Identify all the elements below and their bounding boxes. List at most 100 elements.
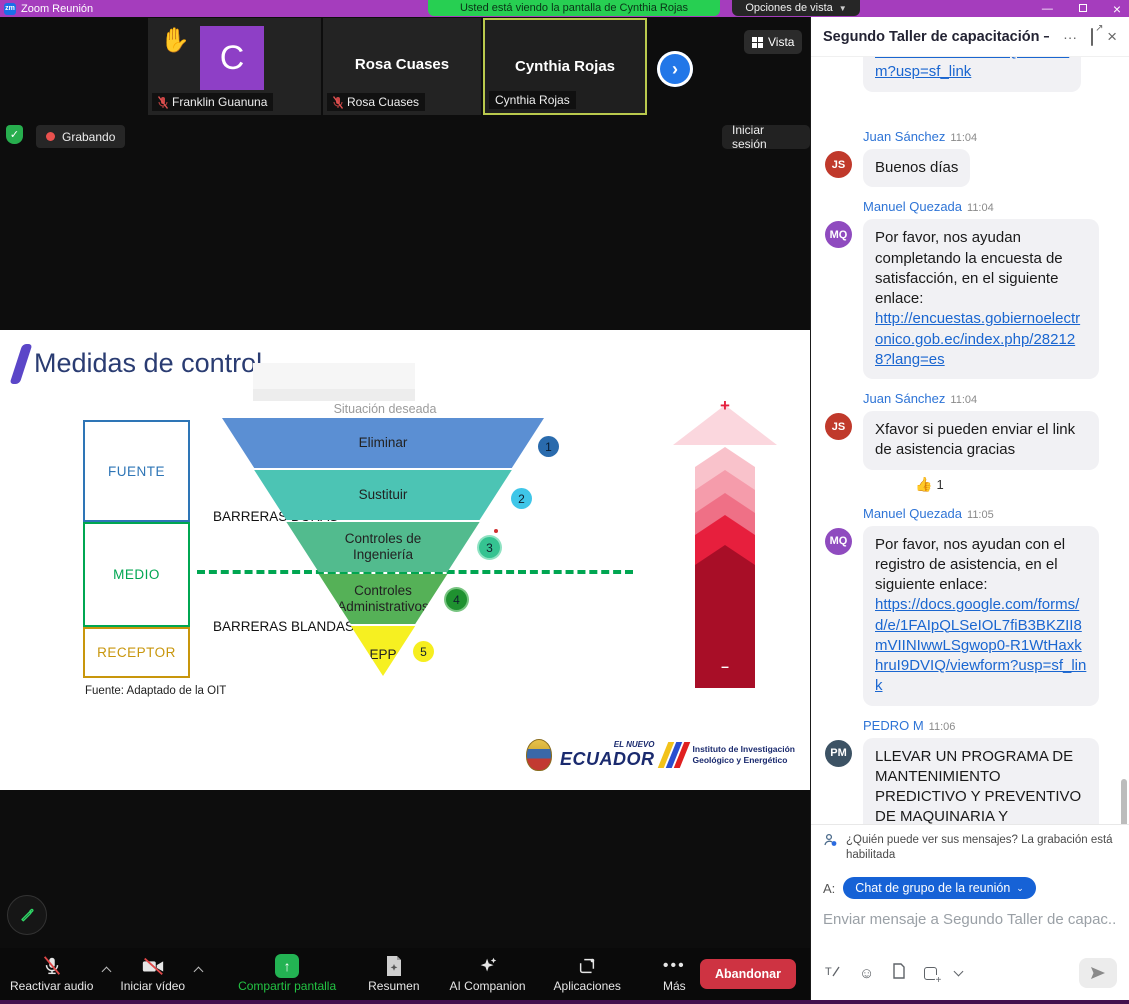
video-tile-cynthia-active[interactable]: Cynthia Rojas Cynthia Rojas (483, 18, 647, 115)
avatar: JS (825, 151, 852, 178)
thumbs-up-reaction[interactable]: 👍1 (915, 476, 944, 493)
avatar: MQ (825, 221, 852, 248)
pyramid-layer-administrativos: Controles Administrativos (222, 574, 544, 624)
video-options-chevron[interactable] (194, 966, 204, 976)
more-dots-icon: ••• (663, 955, 686, 977)
chat-message-input[interactable] (823, 907, 1117, 954)
badge-4: 4 (446, 589, 467, 610)
start-video-button[interactable]: Iniciar vídeo (112, 953, 193, 995)
message-bubble: Xfavor si pueden enviar el link de asist… (863, 411, 1099, 470)
recording-indicator[interactable]: Grabando (36, 125, 125, 148)
pyramid-layer-epp: EPP (222, 626, 544, 676)
message-author[interactable]: Juan Sánchez (863, 129, 945, 144)
privacy-notice: ¿Quién puede ver sus mensajes? La grabac… (823, 831, 1117, 871)
message-bubble: Buenos días (863, 149, 970, 187)
video-tile-franklin[interactable]: ✋ C Franklin Guanuna (148, 18, 321, 115)
meeting-toolbar: Reactivar audio Iniciar vídeo ↑ Comparti… (0, 948, 810, 1000)
ai-companion-button[interactable]: AI Companion (442, 953, 534, 995)
next-participants-button[interactable]: › (657, 51, 693, 87)
minus-sign: – (673, 658, 777, 674)
screenshot-button[interactable] (924, 967, 937, 980)
message-time: 11:06 (929, 721, 956, 733)
avatar: C (200, 26, 264, 90)
mic-muted-icon (41, 955, 63, 977)
mic-muted-icon (158, 96, 168, 109)
ai-sparkle-icon (477, 955, 499, 977)
emoji-button[interactable]: ☺ (859, 965, 874, 982)
send-button[interactable] (1079, 958, 1117, 988)
message-author[interactable]: PEDRO M (863, 718, 924, 733)
security-shield-icon[interactable]: ✓ (6, 125, 23, 144)
blurred-region (253, 363, 415, 401)
box-receptor: RECEPTOR (83, 627, 190, 678)
more-button[interactable]: ••• Más (655, 953, 694, 995)
message-author[interactable]: Manuel Quezada (863, 506, 962, 521)
audio-options-chevron[interactable] (102, 966, 112, 976)
pyramid-layer-sustituir: Sustituir (222, 470, 544, 520)
message: PM PEDRO M 11:06 LLEVAR UN PROGRAMA DE MA… (811, 718, 1129, 825)
popout-button[interactable] (1091, 29, 1093, 45)
participant-name-chip: Rosa Cuases (327, 93, 425, 111)
summary-button[interactable]: Resumen (360, 953, 427, 995)
chat-header: Segundo Taller de capacitación –... ··· … (811, 17, 1129, 57)
camera-off-icon (141, 955, 165, 977)
message-author[interactable]: Juan Sánchez (863, 391, 945, 406)
sign-in-button[interactable]: Iniciar sesión (722, 125, 810, 149)
message-author[interactable]: Manuel Quezada (863, 199, 962, 214)
view-layout-button[interactable]: Vista (744, 30, 802, 54)
chat-close-button[interactable]: × (1107, 27, 1117, 47)
chat-more-button[interactable]: ··· (1063, 29, 1077, 45)
view-options-button[interactable]: Opciones de vista▼ (732, 0, 860, 16)
avatar: PM (825, 740, 852, 767)
share-screen-button[interactable]: ↑ Compartir pantalla (230, 953, 344, 995)
chat-message-list[interactable]: R1WtHaxkhruI9DVIQ/viewform?usp=sf_link J… (811, 57, 1129, 824)
annotate-button[interactable] (7, 895, 47, 935)
chat-footer: ¿Quién puede ver sus mensajes? La grabac… (811, 824, 1129, 1000)
participant-name-chip: Cynthia Rojas (489, 91, 576, 109)
message: MQ Manuel Quezada11:04 Por favor, nos ay… (811, 199, 1129, 379)
app-title: Zoom Reunión (21, 3, 93, 15)
message-bubble: LLEVAR UN PROGRAMA DE MANTENIMIENTO PRED… (863, 738, 1099, 825)
minimize-button[interactable]: — (1042, 3, 1053, 15)
badge-3: 3 (479, 537, 500, 558)
pencil-icon (17, 905, 37, 925)
shared-screen-slide: Medidas de control Situación deseada FUE… (0, 330, 810, 790)
avatar: MQ (825, 528, 852, 555)
chat-link[interactable]: https://docs.google.com/forms/d/e/1FAIpQ… (875, 596, 1086, 694)
chat-scrollbar[interactable] (1121, 779, 1127, 824)
attach-file-button[interactable] (892, 963, 906, 983)
laser-pointer-dot (494, 529, 498, 533)
close-button[interactable]: × (1113, 1, 1121, 17)
chat-panel: Segundo Taller de capacitación –... ··· … (810, 17, 1129, 1000)
message-bubble: Por favor, nos ayudan con el registro de… (863, 526, 1099, 706)
meeting-area: ✋ C Franklin Guanuna Rosa Cuases Rosa Cu… (0, 17, 810, 1000)
format-text-button[interactable]: T (825, 963, 841, 983)
unmute-button[interactable]: Reactivar audio (2, 953, 101, 995)
svg-text:T: T (825, 966, 832, 978)
message-partial: R1WtHaxkhruI9DVIQ/viewform?usp=sf_link (811, 57, 1129, 117)
grid-view-icon (752, 37, 763, 48)
message-time: 11:04 (967, 202, 994, 214)
recording-dot-icon (46, 132, 55, 141)
message: JS Juan Sánchez11:04 Buenos días (811, 129, 1129, 187)
message: MQ Manuel Quezada11:05 Por favor, nos ay… (811, 506, 1129, 706)
chat-link[interactable]: http://encuestas.gobiernoelectronico.gob… (875, 310, 1080, 368)
viewing-banner: Usted está viendo la pantalla de Cynthia… (428, 0, 720, 16)
plus-sign: + (673, 396, 777, 416)
leave-meeting-button[interactable]: Abandonar (700, 959, 796, 989)
pyramid-layer-eliminar: Eliminar (222, 418, 544, 468)
box-fuente: FUENTE (83, 420, 190, 522)
more-input-options-chevron[interactable] (954, 967, 964, 977)
message-time: 11:04 (950, 394, 977, 406)
source-caption: Fuente: Adaptado de la OIT (85, 685, 226, 697)
chat-link[interactable]: R1WtHaxkhruI9DVIQ/viewform?usp=sf_link (875, 57, 1069, 80)
chevron-down-icon: ⌄ (1016, 883, 1024, 894)
avatar: JS (825, 413, 852, 440)
share-screen-icon: ↑ (275, 954, 299, 978)
maximize-button[interactable] (1079, 3, 1087, 15)
apps-button[interactable]: Aplicaciones (546, 953, 629, 995)
video-tile-rosa[interactable]: Rosa Cuases Rosa Cuases (323, 18, 481, 115)
effectiveness-word: EFECTIVIDAD (673, 446, 777, 662)
zoom-window: zm Zoom Reunión Usted está viendo la pan… (0, 0, 1129, 1004)
recipient-selector[interactable]: Chat de grupo de la reunión ⌄ (843, 877, 1036, 899)
